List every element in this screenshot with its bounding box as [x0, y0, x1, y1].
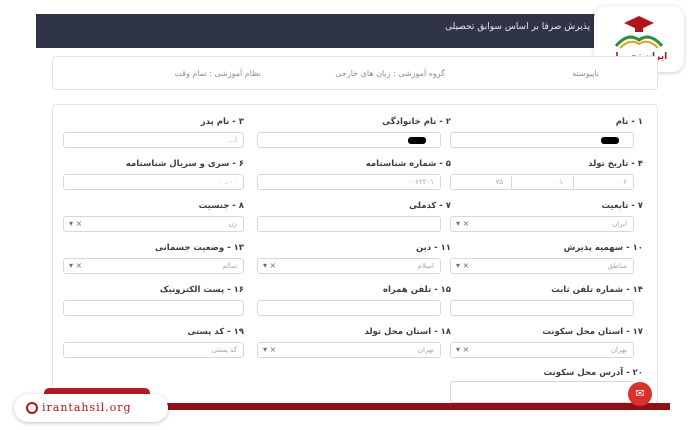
label-id-serial: ۶ - سری و سریال شناسنامه — [125, 159, 244, 169]
label-landline: ۱۴ - شماره تلفن ثابت — [551, 285, 643, 295]
birth-date-field[interactable]: ۰۶ ۰۱ ۷۵ — [450, 174, 634, 190]
landline-field[interactable] — [450, 300, 634, 316]
quota-select[interactable]: مناطق ▾ × — [450, 258, 634, 274]
address-field[interactable] — [450, 381, 634, 403]
birth-province-value: تهران — [417, 346, 434, 354]
label-address: ۲۰ - آدرس محل سکونت — [543, 368, 643, 378]
label-father-name: ۳ - نام پدر — [200, 117, 244, 127]
info-level: ناپیوسته — [572, 69, 599, 78]
label-first-name: ۱ - نام — [615, 117, 643, 127]
birth-month: ۰۱ — [555, 178, 563, 186]
divider — [511, 176, 512, 189]
graduation-cap-icon — [614, 16, 664, 49]
birth-year: ۷۵ — [495, 178, 503, 186]
physical-status-value: سالم — [222, 262, 237, 270]
religion-select[interactable]: اسلام ▾ × — [257, 258, 441, 274]
birth-province-select[interactable]: تهران ▾ × — [257, 342, 441, 358]
id-serial-value: ۰۰ ، ۰ — [218, 178, 237, 186]
label-birth-province: ۱۸ - استان محل تولد — [364, 327, 451, 337]
chevron-down-icon: ▾ × — [69, 261, 83, 270]
chevron-down-icon: ▾ × — [263, 345, 277, 354]
chevron-down-icon: ▾ × — [69, 219, 83, 228]
first-name-field[interactable] — [450, 132, 634, 148]
label-quota: ۱۰ - سهمیه پذیرش — [563, 243, 643, 253]
postal-code-placeholder: کد پستی — [211, 346, 237, 354]
physical-status-select[interactable]: سالم ▾ × — [63, 258, 244, 274]
domain-text: irantahsil.org — [42, 401, 132, 414]
label-id-number: ۵ - شماره شناسنامه — [365, 159, 451, 169]
label-national-code: ۷ - کدملی — [409, 201, 451, 211]
id-number-value: ۰۰۶۲۲۰۱ — [407, 178, 434, 186]
header-title: پذیرش صرفا بر اساس سوابق تحصیلی — [445, 22, 590, 32]
id-serial-field[interactable]: ۰۰ ، ۰ — [63, 174, 244, 190]
chat-icon[interactable]: ✉ — [628, 382, 652, 406]
label-email: ۱۶ - پست الکترونیک — [159, 285, 244, 295]
email-field[interactable] — [63, 300, 244, 316]
father-name-value: ا... — [228, 136, 237, 144]
gender-value: زن — [228, 220, 237, 228]
program-info-panel: ناپیوسته گروه آموزشی : زبان های خارجی نظ… — [52, 56, 658, 90]
chevron-down-icon: ▾ × — [456, 219, 470, 228]
residence-province-select[interactable]: تهران ▾ × — [450, 342, 634, 358]
label-last-name: ۲ - نام خانوادگی — [382, 117, 451, 127]
info-system: نظام آموزشی : تمام وقت — [174, 69, 261, 78]
label-postal-code: ۱۹ - کد پستی — [187, 327, 244, 337]
info-group: گروه آموزشی : زبان های خارجی — [335, 69, 445, 78]
redaction-mark — [408, 137, 426, 144]
label-residence-province: ۱۷ - استان محل سکونت — [542, 327, 643, 337]
postal-code-field[interactable]: کد پستی — [63, 342, 244, 358]
last-name-field[interactable] — [257, 132, 441, 148]
label-physical-status: ۱۳ - وضعیت جسمانی — [154, 243, 244, 253]
domain-watermark: irantahsil.org — [14, 394, 168, 422]
chevron-down-icon: ▾ × — [456, 261, 470, 270]
residence-province-value: تهران — [610, 346, 627, 354]
label-mobile: ۱۵ - تلفن همراه — [382, 285, 451, 295]
chevron-down-icon: ▾ × — [456, 345, 470, 354]
nationality-select[interactable]: ایران ▾ × — [450, 216, 634, 232]
globe-icon — [26, 402, 38, 414]
redaction-mark — [601, 137, 619, 144]
label-nationality: ۷ - تابعیت — [601, 201, 644, 211]
divider — [573, 176, 574, 189]
quota-value: مناطق — [607, 262, 627, 270]
father-name-field[interactable]: ا... — [63, 132, 244, 148]
page-header-bar: پذیرش صرفا بر اساس سوابق تحصیلی — [36, 14, 660, 48]
label-birth-date: ۴ - تاریخ تولد — [588, 159, 643, 169]
label-religion: ۱۱ - دین — [415, 243, 451, 253]
gender-select[interactable]: زن ▾ × — [63, 216, 244, 232]
registration-form: ۱ - نام ۲ - نام خانوادگی ۳ - نام پدر ا..… — [52, 104, 658, 404]
label-gender: ۸ - جنسیت — [198, 201, 244, 211]
nationality-value: ایران — [612, 220, 627, 228]
religion-value: اسلام — [417, 262, 434, 270]
chevron-down-icon: ▾ × — [263, 261, 277, 270]
mobile-field[interactable] — [257, 300, 441, 316]
national-code-field[interactable] — [257, 216, 441, 232]
birth-day: ۰۶ — [619, 178, 627, 186]
id-number-field[interactable]: ۰۰۶۲۲۰۱ — [257, 174, 441, 190]
